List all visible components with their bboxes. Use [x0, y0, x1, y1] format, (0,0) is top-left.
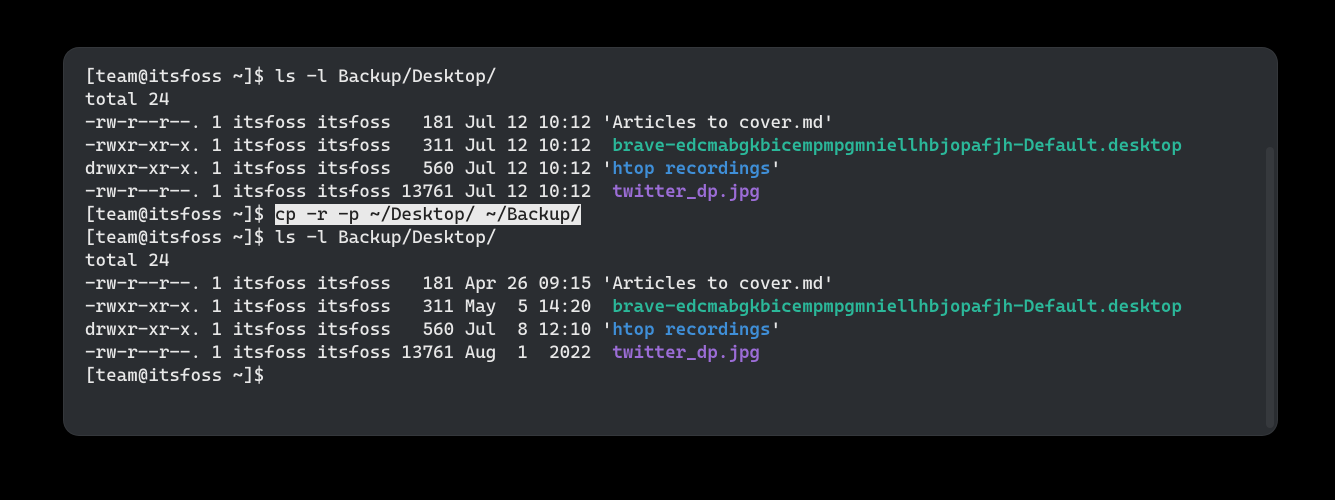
- scrollbar[interactable]: [1266, 147, 1274, 428]
- ls-date: Aug 1 2022: [465, 342, 592, 363]
- ls-quote: ': [771, 158, 782, 179]
- ls-group: itsfoss: [317, 135, 391, 156]
- ls-links: 1: [212, 135, 223, 156]
- ls-links: 1: [212, 158, 223, 179]
- ls-size: 181: [401, 273, 454, 294]
- command-text-highlighted: cp -r -p ~/Desktop/ ~/Backup/: [275, 204, 581, 225]
- ls-quote: ': [602, 319, 613, 340]
- ls-date: May 5 14:20: [465, 296, 592, 317]
- prompt-line[interactable]: [team@itsfoss ~]$ cp -r -p ~/Desktop/ ~/…: [85, 203, 1258, 226]
- ls-size: 13761: [401, 181, 454, 202]
- ls-quote: ': [602, 273, 613, 294]
- ls-size: 560: [401, 319, 454, 340]
- ls-row: -rw-r--r--. 1 itsfoss itsfoss 13761 Jul …: [85, 180, 1258, 203]
- ls-date: Jul 12 10:12: [465, 112, 592, 133]
- terminal-window[interactable]: [team@itsfoss ~]$ ls -l Backup/Desktop/ …: [63, 47, 1278, 436]
- prompt-line[interactable]: [team@itsfoss ~]$ ls -l Backup/Desktop/: [85, 65, 1258, 88]
- prompt-line[interactable]: [team@itsfoss ~]$: [85, 364, 1258, 387]
- ls-perm: drwxr-xr-x.: [85, 158, 201, 179]
- ls-owner: itsfoss: [233, 342, 307, 363]
- ls-owner: itsfoss: [233, 181, 307, 202]
- ls-perm: -rw-r--r--.: [85, 273, 201, 294]
- ls-name: Articles to cover.md: [612, 112, 823, 133]
- ls-name: brave-edcmabgkbicempmpgmniellhbjopafjh-D…: [612, 135, 1182, 156]
- ls-owner: itsfoss: [233, 135, 307, 156]
- ls-links: 1: [212, 112, 223, 133]
- ls-quote: ': [823, 112, 834, 133]
- ls-row: -rwxr-xr-x. 1 itsfoss itsfoss 311 May 5 …: [85, 295, 1258, 318]
- ls-perm: drwxr-xr-x.: [85, 319, 201, 340]
- ls-date: Jul 12 10:12: [465, 158, 592, 179]
- ls-quote: [602, 342, 613, 363]
- ls-size: 311: [401, 296, 454, 317]
- ls-owner: itsfoss: [233, 296, 307, 317]
- ls-owner: itsfoss: [233, 112, 307, 133]
- ls-quote: ': [823, 273, 834, 294]
- ls-name: twitter_dp.jpg: [612, 181, 760, 202]
- ls-links: 1: [212, 273, 223, 294]
- ls-perm: -rw-r--r--.: [85, 112, 201, 133]
- ls-group: itsfoss: [317, 112, 391, 133]
- ls-perm: -rwxr-xr-x.: [85, 296, 201, 317]
- ls-links: 1: [212, 181, 223, 202]
- ls-group: itsfoss: [317, 296, 391, 317]
- ls-group: itsfoss: [317, 181, 391, 202]
- prompt: [team@itsfoss ~]$: [85, 66, 275, 87]
- ls-total: total 24: [85, 249, 1258, 272]
- ls-size: 13761: [401, 342, 454, 363]
- ls-quote: ': [602, 112, 613, 133]
- prompt: [team@itsfoss ~]$: [85, 227, 275, 248]
- ls-size: 560: [401, 158, 454, 179]
- ls-links: 1: [212, 296, 223, 317]
- ls-date: Jul 12 10:12: [465, 181, 592, 202]
- ls-name: brave-edcmabgkbicempmpgmniellhbjopafjh-D…: [612, 296, 1182, 317]
- ls-name: twitter_dp.jpg: [612, 342, 760, 363]
- ls-links: 1: [212, 319, 223, 340]
- ls-row: drwxr-xr-x. 1 itsfoss itsfoss 560 Jul 8 …: [85, 318, 1258, 341]
- ls-quote: [602, 296, 613, 317]
- ls-row: -rwxr-xr-x. 1 itsfoss itsfoss 311 Jul 12…: [85, 134, 1258, 157]
- ls-row: -rw-r--r--. 1 itsfoss itsfoss 181 Jul 12…: [85, 111, 1258, 134]
- ls-total: total 24: [85, 88, 1258, 111]
- prompt: [team@itsfoss ~]$: [85, 365, 275, 386]
- ls-group: itsfoss: [317, 158, 391, 179]
- ls-group: itsfoss: [317, 342, 391, 363]
- ls-row: drwxr-xr-x. 1 itsfoss itsfoss 560 Jul 12…: [85, 157, 1258, 180]
- ls-perm: -rwxr-xr-x.: [85, 135, 201, 156]
- ls-links: 1: [212, 342, 223, 363]
- ls-owner: itsfoss: [233, 273, 307, 294]
- ls-quote: ': [771, 319, 782, 340]
- ls-row: -rw-r--r--. 1 itsfoss itsfoss 13761 Aug …: [85, 341, 1258, 364]
- ls-group: itsfoss: [317, 273, 391, 294]
- prompt: [team@itsfoss ~]$: [85, 204, 275, 225]
- ls-date: Apr 26 09:15: [465, 273, 592, 294]
- ls-size: 181: [401, 112, 454, 133]
- ls-owner: itsfoss: [233, 158, 307, 179]
- ls-row: -rw-r--r--. 1 itsfoss itsfoss 181 Apr 26…: [85, 272, 1258, 295]
- ls-quote: ': [602, 158, 613, 179]
- ls-quote: [602, 135, 613, 156]
- ls-size: 311: [401, 135, 454, 156]
- ls-date: Jul 12 10:12: [465, 135, 592, 156]
- ls-perm: -rw-r--r--.: [85, 342, 201, 363]
- ls-name: htop recordings: [612, 158, 770, 179]
- ls-group: itsfoss: [317, 319, 391, 340]
- command-text: ls -l Backup/Desktop/: [275, 227, 496, 248]
- command-text: ls -l Backup/Desktop/: [275, 66, 496, 87]
- ls-name: htop recordings: [612, 319, 770, 340]
- ls-owner: itsfoss: [233, 319, 307, 340]
- ls-date: Jul 8 12:10: [465, 319, 592, 340]
- ls-quote: [602, 181, 613, 202]
- ls-perm: -rw-r--r--.: [85, 181, 201, 202]
- prompt-line[interactable]: [team@itsfoss ~]$ ls -l Backup/Desktop/: [85, 226, 1258, 249]
- ls-name: Articles to cover.md: [612, 273, 823, 294]
